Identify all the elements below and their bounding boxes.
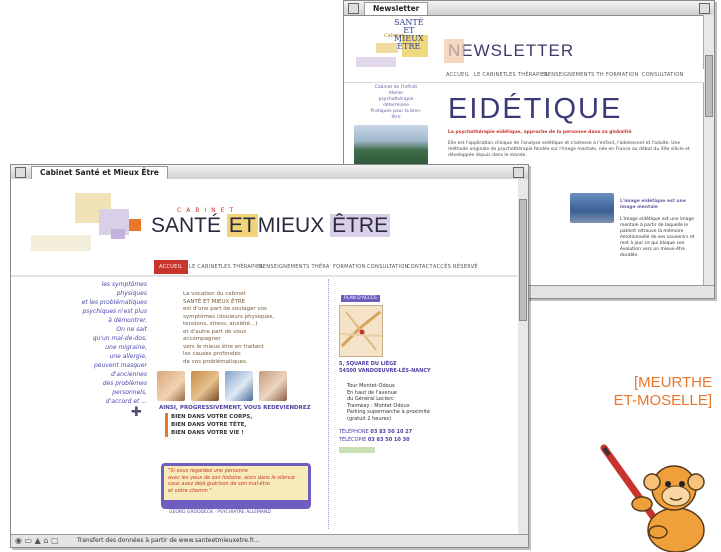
column-title: L'image eidétique est une image mentale	[620, 199, 686, 210]
decor-square	[111, 229, 125, 239]
newsletter-intro: Elle est l'application clinique de l'ana…	[448, 141, 690, 158]
brand-word: MIEUX	[257, 214, 325, 237]
zoom-icon[interactable]	[699, 3, 710, 14]
therapy-photo	[191, 371, 219, 401]
close-icon[interactable]	[15, 167, 26, 178]
caption-line: [MEURTHE	[633, 374, 712, 391]
therapy-photo	[259, 371, 287, 401]
sidebar-text: Le lien entre les symptômes physiques et…	[81, 272, 147, 405]
plus-icon: ✚	[131, 405, 142, 420]
address-detail: Tour Montet-Odoux En haut de l'avenue du…	[347, 383, 430, 422]
bullet-item: BIEN DANS VOTRE TÊTE,	[165, 421, 252, 429]
address-title: 5, SQUARE DU LIÈGE 54500 VANDOEUVRE-LÈS-…	[339, 361, 431, 374]
fax-label: TÉLÉCOPIE	[339, 437, 367, 443]
main-nav: Accueil Le cabinet Les thérapies Renseig…	[11, 259, 518, 277]
phone-label: TÉLÉPHONE	[339, 429, 369, 435]
brand-word: ET	[226, 214, 258, 237]
tagline: AINSI, PROGRESSIVEMENT, VOUS REDEVIENDRE…	[159, 405, 311, 411]
nav-item[interactable]: Renseignements thérapeutiques	[259, 259, 329, 275]
newsletter-nav: Accueil Le cabinet Les thérapies Renseig…	[344, 69, 704, 83]
monkey-mascot-icon	[600, 444, 705, 552]
quote-author: GEORG GROODECK · PSYCHIATRE ALLEMAND	[169, 510, 271, 515]
nav-item[interactable]: Consultation	[642, 69, 684, 82]
quote-box: "Si vous regardez une personne avec les …	[161, 463, 311, 509]
nav-item[interactable]: Accueil	[446, 69, 470, 82]
bullet-list: BIEN DANS VOTRE CORPS, BIEN DANS VOTRE T…	[165, 413, 252, 437]
close-icon[interactable]	[348, 3, 359, 14]
nav-item[interactable]: Le cabinet	[474, 69, 506, 82]
phone-number: 03 83 50 10 27	[370, 429, 413, 435]
brand-title: SANTÉ ETMIEUX ÊTRE	[151, 214, 391, 238]
nav-item[interactable]: Consultation	[367, 259, 409, 275]
sky-photo	[570, 193, 614, 223]
decor-square	[129, 219, 141, 231]
status-text: Transfert des données à partir de www.sa…	[77, 537, 260, 544]
nav-item[interactable]: Renseignements thérapeutiques	[544, 69, 604, 82]
newsletter-subheadline: La psychothérapie eidétique, approche de…	[448, 130, 632, 135]
therapy-photo	[157, 371, 185, 401]
newsletter-sidebar-text: Cabinet de l'Infiniti Atelier psychothér…	[370, 85, 422, 120]
brand-word: ÊTRE	[330, 214, 391, 237]
newsletter-headline: EIDÉTIQUE	[448, 93, 623, 125]
newsletter-titlebar[interactable]: Newsletter	[344, 1, 714, 16]
phone-line: TÉLÉPHONE 03 83 50 10 27	[339, 429, 412, 435]
newsletter-heading: NEWSLETTER	[448, 41, 575, 60]
cabinet-statusbar: ◉ ▭ ▲ ⌂ ▢ Transfert des données à partir…	[11, 534, 528, 547]
cabinet-scrollbar[interactable]	[517, 179, 528, 535]
nav-item[interactable]: Le cabinet	[189, 259, 221, 275]
nav-item[interactable]: Les thérapies	[221, 259, 263, 275]
brand-word: SANTÉ	[151, 214, 222, 237]
bullet-item: BIEN DANS VOTRE CORPS,	[165, 413, 252, 421]
nav-item[interactable]: Contact	[407, 259, 433, 275]
cabinet-titlebar[interactable]: Cabinet Santé et Mieux Être	[11, 165, 528, 180]
newsletter-col-right: L'image eidétique est une image mentale …	[620, 193, 700, 265]
brand-small: CABINET	[177, 207, 239, 214]
fax-number: 03 83 50 10 30	[367, 437, 410, 443]
logo-line: ÊTRE	[397, 42, 421, 51]
map-icon	[339, 310, 383, 351]
cabinet-window: Cabinet Santé et Mieux Être Le lien entr…	[10, 164, 529, 548]
green-bar	[339, 447, 375, 453]
column-text: L'image eidétique est une image mentale …	[620, 217, 695, 258]
logo: Cabinet SANTÉ ET MIEUX ÊTRE	[382, 17, 430, 67]
window-title: Cabinet Santé et Mieux Être	[31, 166, 168, 179]
caption-line: ET-MOSELLE]	[613, 392, 712, 409]
window-title: Newsletter	[364, 2, 429, 15]
nav-item[interactable]: Les thérapies	[506, 69, 548, 82]
zoom-icon[interactable]	[513, 167, 524, 178]
fax-line: TÉLÉCOPIE 03 83 50 10 30	[339, 437, 410, 443]
nav-item[interactable]: Accès réservé	[433, 259, 478, 275]
therapy-photo	[225, 371, 253, 401]
nav-item[interactable]: Formation	[333, 259, 366, 275]
column-divider	[328, 279, 329, 529]
nav-item[interactable]: Formation	[606, 69, 639, 82]
cabinet-page: Le lien entre les symptômes physiques et…	[11, 179, 518, 535]
region-caption: [MEURTHE ET-MOSELLE]	[586, 374, 712, 410]
quote-text: "Si vous regardez une personne avec les …	[164, 466, 308, 500]
access-map[interactable]	[339, 305, 383, 357]
newsletter-scrollbar[interactable]	[703, 15, 714, 286]
intro-text: La vocation du cabinet SANTÉ ET MIEUX ÊT…	[183, 291, 275, 365]
bullet-item: BIEN DANS VOTRE VIE !	[165, 429, 252, 437]
decor-square	[31, 235, 91, 251]
status-icons: ◉ ▭ ▲ ⌂ ▢	[15, 536, 59, 545]
nav-item-accueil[interactable]: Accueil	[154, 260, 188, 274]
map-label: PLAN D'ACCÈS	[341, 295, 380, 302]
decor-square	[444, 39, 464, 63]
